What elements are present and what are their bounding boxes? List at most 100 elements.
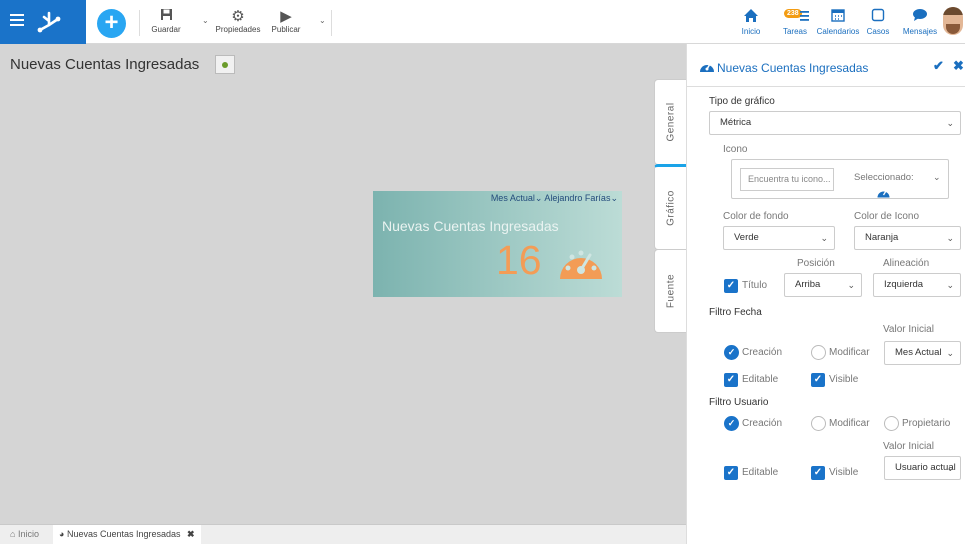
chevron-down-icon[interactable]: ⌄	[535, 193, 543, 203]
icon-picker[interactable]: Encuentra tu icono... Seleccionado: ⌄	[731, 159, 949, 199]
close-icon[interactable]: ✖	[187, 529, 195, 539]
tab-source[interactable]: Fuente	[654, 249, 687, 333]
bg-color-value: Verde	[734, 232, 759, 243]
calendar-icon	[813, 8, 863, 27]
widget-user-filter[interactable]: Alejandro Farías	[544, 193, 610, 203]
confirm-check-icon[interactable]: ✔	[933, 58, 944, 74]
properties-label: Propiedades	[215, 25, 261, 34]
bottom-tab-document-label: Nuevas Cuentas Ingresadas	[66, 529, 181, 539]
publish-button[interactable]: ▶ Publicar	[268, 8, 304, 34]
menu-icon[interactable]	[10, 14, 24, 26]
user-owner-label: Propietario	[902, 418, 951, 429]
icon-label: Icono	[723, 144, 748, 155]
chevron-down-icon: ⌄	[946, 233, 954, 243]
panel-title: Nuevas Cuentas Ingresadas	[717, 61, 869, 75]
bottom-tab-home[interactable]: ⌂ Inicio	[4, 525, 45, 544]
bg-color-select[interactable]: Verde ⌄	[723, 226, 835, 250]
date-initial-value-select[interactable]: Mes Actual ⌄	[884, 341, 961, 365]
play-icon: ▶	[280, 8, 292, 25]
title-checkbox[interactable]: ✓	[724, 279, 738, 293]
date-initial-value-label: Valor Inicial	[883, 324, 934, 335]
user-editable-checkbox[interactable]: ✓	[724, 466, 738, 480]
status-dot-icon	[222, 62, 228, 68]
publish-label: Publicar	[271, 25, 301, 34]
gear-icon: ⚙	[231, 8, 245, 25]
home-icon: ⌂	[10, 529, 16, 539]
user-visible-label: Visible	[829, 467, 859, 478]
nav-calendars-label: Calendarios	[816, 27, 860, 36]
close-icon[interactable]: ✖	[953, 58, 964, 74]
user-modify-label: Modificar	[829, 418, 870, 429]
bg-color-label: Color de fondo	[723, 211, 789, 222]
alignment-value: Izquierda	[884, 279, 924, 290]
date-visible-checkbox[interactable]: ✓	[811, 373, 825, 387]
icon-search-placeholder: Encuentra tu icono...	[748, 174, 831, 184]
properties-button[interactable]: ⚙ Propiedades	[213, 8, 263, 34]
user-initial-value-select[interactable]: Usuario actual ⌄	[884, 456, 961, 480]
icon-color-label: Color de Icono	[854, 211, 920, 222]
widget-date-filter[interactable]: Mes Actual	[491, 193, 535, 203]
nav-tasks-label: Tareas	[782, 27, 807, 36]
tab-general-label: General	[665, 102, 677, 142]
chevron-down-icon: ⌄	[946, 348, 954, 358]
chevron-down-icon: ⌄	[820, 233, 828, 243]
date-filter-header: Filtro Fecha	[709, 307, 762, 318]
chevron-down-icon: ⌄	[946, 118, 954, 128]
user-visible-checkbox[interactable]: ✓	[811, 466, 825, 480]
icon-color-select[interactable]: Naranja ⌄	[854, 226, 961, 250]
date-editable-checkbox[interactable]: ✓	[724, 373, 738, 387]
divider	[139, 10, 140, 36]
user-creation-radio[interactable]: ✓	[724, 416, 739, 431]
user-filter-header: Filtro Usuario	[709, 397, 769, 408]
avatar[interactable]	[943, 7, 963, 35]
chart-type-value: Métrica	[720, 117, 752, 128]
date-visible-label: Visible	[829, 374, 859, 385]
title-checkbox-label: Título	[742, 280, 768, 291]
logo-icon[interactable]	[36, 9, 62, 35]
brand-area	[0, 0, 86, 44]
tab-chart[interactable]: Gráfico	[654, 164, 687, 250]
nav-cases[interactable]: Casos	[865, 8, 891, 36]
gauge-icon: ◕	[59, 529, 65, 539]
save-button[interactable]: Guardar	[147, 8, 185, 34]
tab-general[interactable]: General	[654, 79, 687, 165]
alignment-label: Alineación	[883, 258, 930, 269]
top-toolbar: + Guardar ⌄ ⚙ Propiedades ▶ Publicar ⌄ I…	[0, 0, 965, 44]
widget-value: 16	[496, 237, 542, 283]
publish-chevron-down-icon[interactable]: ⌄	[319, 16, 326, 25]
nav-calendars[interactable]: Calendarios	[813, 8, 863, 36]
chat-bubble-icon	[899, 8, 941, 27]
user-modify-radio[interactable]	[811, 416, 826, 431]
nav-messages-label: Mensajes	[902, 27, 938, 36]
bottom-tab-document[interactable]: ◕ Nuevas Cuentas Ingresadas ✖	[53, 525, 201, 544]
nav-home-label: Inicio	[741, 27, 761, 36]
chevron-down-icon: ⌄	[933, 172, 941, 182]
nav-home[interactable]: Inicio	[738, 8, 764, 36]
position-value: Arriba	[795, 279, 821, 290]
metric-widget[interactable]: Mes Actual⌄ Alejandro Farías⌄ Nuevas Cue…	[373, 191, 622, 297]
date-creation-radio[interactable]: ✓	[724, 345, 739, 360]
save-chevron-down-icon[interactable]: ⌄	[202, 16, 209, 25]
alignment-select[interactable]: Izquierda ⌄	[873, 273, 961, 297]
tasks-icon	[779, 8, 811, 27]
chart-type-select[interactable]: Métrica ⌄	[709, 111, 961, 135]
widget-title: Nuevas Cuentas Ingresadas	[382, 218, 559, 234]
chevron-down-icon[interactable]: ⌄	[610, 193, 618, 203]
nav-messages[interactable]: Mensajes	[899, 8, 941, 36]
date-modify-radio[interactable]	[811, 345, 826, 360]
chevron-down-icon: ⌄	[847, 280, 855, 290]
user-owner-radio[interactable]	[884, 416, 899, 431]
nav-tasks[interactable]: Tareas	[779, 8, 811, 36]
date-editable-label: Editable	[742, 374, 779, 385]
bottom-tab-home-label: Inicio	[17, 529, 39, 539]
icon-search-input[interactable]: Encuentra tu icono...	[740, 168, 834, 191]
add-button[interactable]: +	[97, 9, 126, 38]
gauge-icon	[877, 190, 890, 198]
tab-source-label: Fuente	[665, 273, 677, 309]
icon-selected-label: Seleccionado:	[854, 172, 914, 183]
icon-color-value: Naranja	[865, 232, 899, 243]
position-select[interactable]: Arriba ⌄	[784, 273, 862, 297]
chevron-down-icon: ⌄	[946, 280, 954, 290]
status-indicator[interactable]	[215, 55, 235, 74]
divider	[331, 10, 332, 36]
